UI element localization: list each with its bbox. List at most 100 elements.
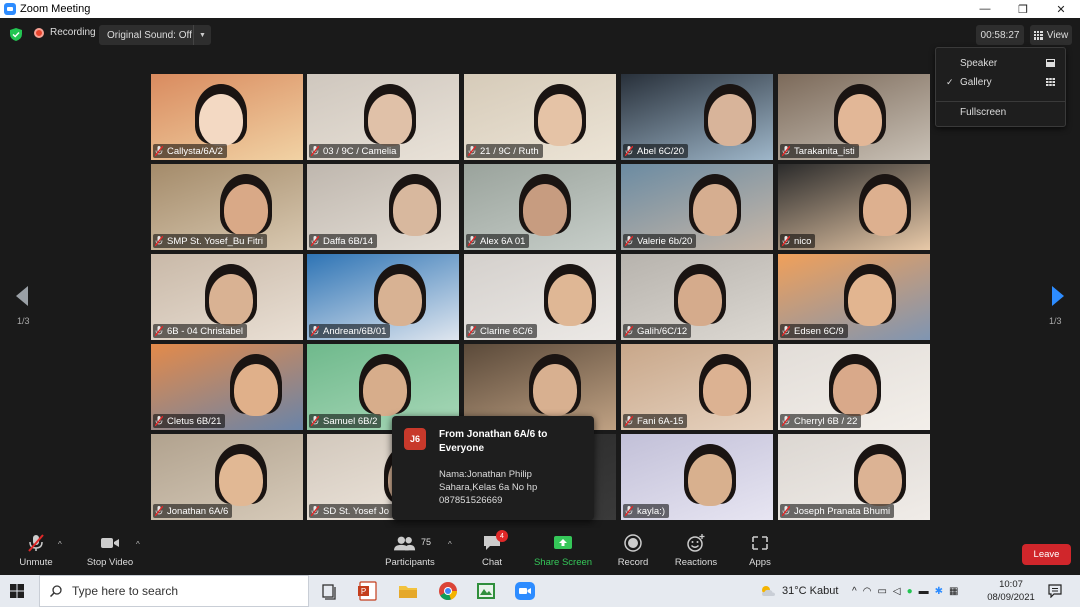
participant-video-tile[interactable]: nico <box>778 164 930 250</box>
smiley-plus-icon <box>687 534 705 552</box>
reactions-button[interactable]: Reactions <box>672 534 720 572</box>
task-view-icon[interactable] <box>319 581 341 601</box>
participant-video-tile[interactable]: Jonathan 6A/6 <box>151 434 303 520</box>
participant-video-tile[interactable]: Valerie 6b/20 <box>621 164 773 250</box>
chat-message-line: 087851526669 <box>439 495 503 506</box>
participant-video-tile[interactable]: Tarakanita_isti <box>778 74 930 160</box>
chat-message: Nama:Jonathan Philip Sahara,Kelas 6a No … <box>439 468 579 507</box>
volume-icon[interactable]: ◁ <box>893 586 901 597</box>
participant-name: Daffa 6B/14 <box>323 235 374 247</box>
input-method-icon[interactable]: ▦ <box>949 586 958 597</box>
participant-name-label: Callysta/6A/2 <box>153 144 227 158</box>
participants-button[interactable]: 75 Participants <box>383 534 437 572</box>
muted-mic-icon <box>154 145 164 157</box>
powerpoint-app-icon[interactable]: P <box>357 581 379 601</box>
participant-face <box>858 454 902 506</box>
view-menu-item-fullscreen[interactable]: Fullscreen <box>936 103 1065 121</box>
participant-face <box>703 364 747 416</box>
notification-center-icon[interactable] <box>1048 584 1062 598</box>
windows-taskbar: Type here to search P 31°C Kabut ^ ◠ ▭ ◁… <box>0 575 1080 607</box>
participant-video-tile[interactable]: 6B - 04 Christabel <box>151 254 303 340</box>
security-tray-icon[interactable]: ● <box>907 586 913 597</box>
participant-video-tile[interactable]: 03 / 9C / Camelia <box>307 74 459 160</box>
meeting-timer: 00:58:27 <box>976 25 1024 45</box>
leave-button[interactable]: Leave <box>1022 544 1071 565</box>
meeting-top-bar: Recording Original Sound: Off ▼ 00:58:27… <box>0 18 1080 50</box>
stop-video-button[interactable]: Stop Video <box>84 534 136 572</box>
muted-mic-icon <box>781 415 791 427</box>
record-button[interactable]: Record <box>614 534 652 572</box>
participant-video-tile[interactable]: Alex 6A 01 <box>464 164 616 250</box>
close-button[interactable]: ✕ <box>1042 0 1080 18</box>
muted-mic-icon <box>781 145 791 157</box>
participant-video-tile[interactable]: Abel 6C/20 <box>621 74 773 160</box>
chat-icon-wrap: 4 <box>482 530 508 552</box>
muted-mic-icon <box>310 415 320 427</box>
next-page-arrow-icon[interactable] <box>1050 284 1066 308</box>
security-shield-icon[interactable] <box>10 28 22 41</box>
clock-date: 08/09/2021 <box>987 592 1035 603</box>
network-wifi-icon[interactable]: ◠ <box>863 586 872 597</box>
view-menu-item-gallery[interactable]: ✓ Gallery <box>936 73 1065 91</box>
participant-video-tile[interactable]: Callysta/6A/2 <box>151 74 303 160</box>
muted-mic-icon <box>154 415 164 427</box>
audio-options-chevron-icon[interactable]: ^ <box>58 540 62 549</box>
chat-button[interactable]: 4 Chat <box>476 530 508 572</box>
chat-notification-popup[interactable]: J6 From Jonathan 6A/6 to Everyone Nama:J… <box>392 416 594 520</box>
participant-video-tile[interactable]: Andrean/6B/01 <box>307 254 459 340</box>
zoom-app-icon <box>4 3 16 15</box>
participants-count: 75 <box>421 537 432 547</box>
view-button[interactable]: View <box>1030 25 1072 45</box>
unmute-button[interactable]: Unmute <box>17 534 55 572</box>
recording-indicator[interactable]: Recording <box>34 27 96 38</box>
bluetooth-icon[interactable]: ✱ <box>935 586 943 597</box>
power-icon[interactable]: ▬ <box>919 586 929 597</box>
participant-video-tile[interactable]: Joseph Pranata Bhumi <box>778 434 930 520</box>
chevron-down-icon[interactable]: ▼ <box>193 25 211 45</box>
record-icon <box>624 534 642 552</box>
menu-item-label: Fullscreen <box>960 106 1007 118</box>
participant-video-tile[interactable]: SMP St. Yosef_Bu Fitri <box>151 164 303 250</box>
page-indicator-right: 1/3 <box>1049 316 1062 326</box>
title-bar: Zoom Meeting — ❐ ✕ <box>0 0 1080 18</box>
image-viewer-app-icon[interactable] <box>475 581 497 601</box>
windows-start-icon[interactable] <box>10 584 24 598</box>
participant-name-label: nico <box>780 234 816 248</box>
restore-button[interactable]: ❐ <box>1004 0 1042 18</box>
cloud-sun-icon <box>762 586 775 596</box>
participant-video-tile[interactable]: Clarine 6C/6 <box>464 254 616 340</box>
taskbar-search-box[interactable]: Type here to search <box>39 575 309 607</box>
zoom-taskbar-icon[interactable] <box>514 581 536 601</box>
participant-face <box>219 454 263 506</box>
participant-video-tile[interactable]: 21 / 9C / Ruth <box>464 74 616 160</box>
video-options-chevron-icon[interactable]: ^ <box>136 540 140 549</box>
participant-video-tile[interactable]: Cherryl 6B / 22 <box>778 344 930 430</box>
participant-video-tile[interactable]: Daffa 6B/14 <box>307 164 459 250</box>
participants-options-chevron-icon[interactable]: ^ <box>448 540 452 549</box>
participant-video-tile[interactable]: kayla:) <box>621 434 773 520</box>
chrome-browser-icon[interactable] <box>437 581 459 601</box>
participant-video-tile[interactable]: Galih/6C/12 <box>621 254 773 340</box>
file-explorer-icon[interactable] <box>397 581 419 601</box>
view-menu-item-speaker[interactable]: Speaker <box>936 54 1065 72</box>
checkmark-icon: ✓ <box>946 76 954 87</box>
original-sound-button[interactable]: Original Sound: Off ▼ <box>99 25 211 45</box>
participant-video-tile[interactable]: Cletus 6B/21 <box>151 344 303 430</box>
participant-name-label: 03 / 9C / Camelia <box>309 144 401 158</box>
show-hidden-icons-chevron-icon[interactable]: ^ <box>852 586 857 597</box>
previous-page-arrow-icon[interactable] <box>14 284 30 308</box>
taskbar-clock[interactable]: 10:07 08/09/2021 <box>985 578 1037 604</box>
minimize-button[interactable]: — <box>966 0 1004 18</box>
participant-video-tile[interactable]: Edsen 6C/9 <box>778 254 930 340</box>
share-screen-button[interactable]: Share Screen <box>532 534 594 572</box>
battery-icon[interactable]: ▭ <box>877 586 886 597</box>
system-tray: ^ ◠ ▭ ◁ ● ▬ ✱ ▦ <box>852 575 958 607</box>
participant-video-tile[interactable]: Fani 6A-15 <box>621 344 773 430</box>
menu-item-label: Speaker <box>960 57 998 69</box>
participant-face <box>693 184 737 236</box>
weather-widget[interactable]: 31°C Kabut <box>760 575 838 607</box>
muted-mic-icon <box>624 145 634 157</box>
participant-name: Tarakanita_isti <box>794 145 855 157</box>
participant-name-label: Andrean/6B/01 <box>309 324 391 338</box>
apps-button[interactable]: Apps <box>744 534 776 572</box>
